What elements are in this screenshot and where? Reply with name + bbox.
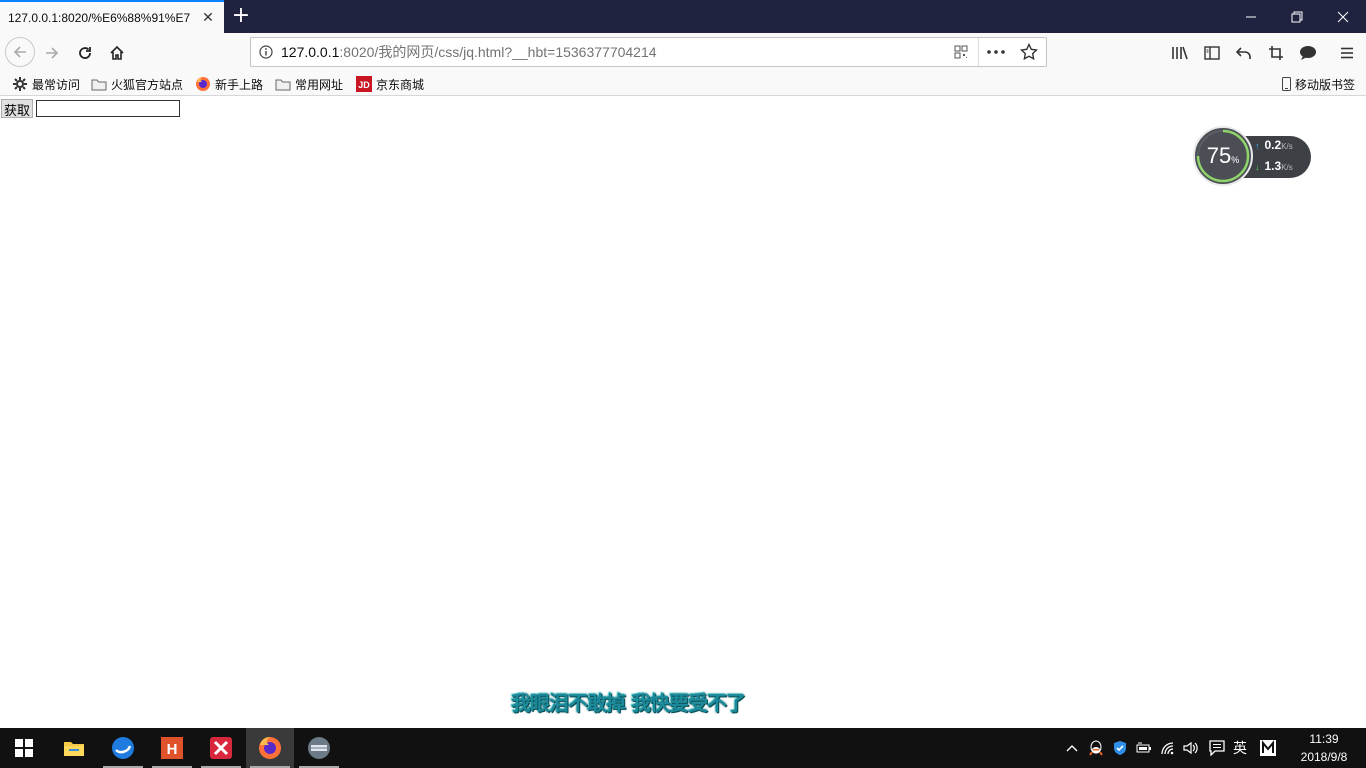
qq-icon[interactable] <box>1086 728 1106 768</box>
bookmark-label: 京东商城 <box>376 77 425 92</box>
wifi-icon[interactable] <box>1158 728 1178 768</box>
desktop-lyric: 我眼泪不敢掉 我快要受不了 <box>511 691 746 715</box>
back-icon[interactable] <box>5 37 35 67</box>
bookmark-label: 新手上路 <box>215 77 264 92</box>
home-icon[interactable] <box>103 39 131 67</box>
sidebar-icon[interactable] <box>1198 39 1226 67</box>
firefox-taskbar-icon[interactable] <box>246 728 294 768</box>
download-speed: ↓ 1.3K/s <box>1255 159 1293 173</box>
minimize-icon[interactable] <box>1228 0 1274 33</box>
upload-value: 0.2 <box>1264 138 1282 152</box>
get-button[interactable]: 获取 <box>1 99 34 119</box>
sogou-browser-icon[interactable] <box>99 728 147 768</box>
chat-icon[interactable] <box>1294 39 1322 67</box>
restore-icon[interactable] <box>1274 0 1320 33</box>
bookmark-common-sites[interactable]: 常用网址 <box>275 74 343 94</box>
svg-text:JD: JD <box>358 80 370 90</box>
network-speed-widget[interactable]: 75% ↑ 0.2K/s ↓ 1.3K/s <box>1193 126 1313 188</box>
qr-code-icon[interactable] <box>944 38 978 66</box>
folder-icon <box>91 76 107 92</box>
windows-start-icon[interactable] <box>0 728 48 768</box>
url-host: 127.0.0.1 <box>281 44 340 60</box>
tab-title: 127.0.0.1:8020/%E6%88%91%E7 <box>8 10 191 25</box>
taskbar-clock[interactable]: 11:39 2018/9/8 <box>1290 730 1358 766</box>
upload-unit: K/s <box>1281 142 1293 151</box>
clock-time: 11:39 <box>1309 732 1339 746</box>
new-tab-icon[interactable]: + <box>228 4 254 30</box>
file-explorer-icon[interactable] <box>50 728 98 768</box>
network-app-icon[interactable] <box>295 728 343 768</box>
download-value: 1.3 <box>1264 159 1282 173</box>
reload-icon[interactable] <box>71 39 99 67</box>
security-shield-icon[interactable] <box>1110 728 1130 768</box>
bookmarks-toolbar: 最常访问 火狐官方站点 新手上路 常用网址 JD 京东商城 移动版书签 <box>0 71 1366 96</box>
percent-value: 75 <box>1206 143 1232 168</box>
jd-icon: JD <box>356 76 372 92</box>
percent-sign: % <box>1231 155 1240 165</box>
bookmark-star-icon[interactable] <box>1012 38 1046 66</box>
screenshot-icon[interactable] <box>1262 39 1290 67</box>
page-content: 获取 75% ↑ 0.2K/s ↓ 1.3K/s 我眼泪不敢掉 我快要受不了 <box>0 97 1366 728</box>
url-bar[interactable]: 127.0.0.1:8020/我的网页/css/jq.html?__hbt=15… <box>250 37 1047 67</box>
upload-arrow-icon: ↑ <box>1255 141 1260 151</box>
site-info-icon[interactable] <box>251 38 281 66</box>
volume-icon[interactable] <box>1180 728 1202 768</box>
page-actions-icon[interactable] <box>978 38 1012 66</box>
tab-strip: 127.0.0.1:8020/%E6%88%91%E7 ✕ + <box>0 0 1366 33</box>
memory-percent: 75% <box>1193 126 1253 186</box>
hbuilder-icon[interactable]: H <box>148 728 196 768</box>
xmind-icon[interactable] <box>197 728 245 768</box>
clock-date: 2018/9/8 <box>1300 750 1348 764</box>
mobile-phone-icon <box>1281 76 1291 92</box>
undo-close-tab-icon[interactable] <box>1230 39 1258 67</box>
text-input[interactable] <box>36 100 180 117</box>
url-path: :8020/我的网页/css/jq.html?__hbt=15363777042… <box>339 44 657 60</box>
firefox-icon <box>195 76 211 92</box>
bookmark-most-visited[interactable]: 最常访问 <box>12 74 80 94</box>
ime-mode-icon[interactable] <box>1256 728 1280 768</box>
menu-icon[interactable] <box>1333 39 1361 67</box>
gear-icon <box>12 76 28 92</box>
svg-text:H: H <box>167 741 178 758</box>
close-tab-icon[interactable]: ✕ <box>200 10 216 26</box>
download-arrow-icon: ↓ <box>1255 162 1260 172</box>
bookmark-getting-started[interactable]: 新手上路 <box>195 74 263 94</box>
ime-indicator[interactable]: 英 <box>1230 728 1250 768</box>
bookmark-jd[interactable]: JD 京东商城 <box>356 74 424 94</box>
url-text: 127.0.0.1:8020/我的网页/css/jq.html?__hbt=15… <box>281 42 657 62</box>
library-icon[interactable] <box>1166 39 1194 67</box>
bookmark-firefox-official[interactable]: 火狐官方站点 <box>91 74 183 94</box>
download-unit: K/s <box>1281 163 1293 172</box>
bookmark-label: 常用网址 <box>295 77 344 92</box>
mobile-bookmarks-label: 移动版书签 <box>1295 77 1356 92</box>
close-window-icon[interactable] <box>1320 0 1366 33</box>
show-hidden-icons-icon[interactable] <box>1064 728 1080 768</box>
navigation-bar: 127.0.0.1:8020/我的网页/css/jq.html?__hbt=15… <box>0 33 1366 71</box>
upload-speed: ↑ 0.2K/s <box>1255 138 1293 152</box>
taskbar: H 英 11:39 2018/9/8 <box>0 728 1366 768</box>
folder-icon <box>275 76 291 92</box>
browser-tab[interactable]: 127.0.0.1:8020/%E6%88%91%E7 ✕ <box>0 0 224 33</box>
forward-icon[interactable] <box>38 39 66 67</box>
bookmark-label: 火狐官方站点 <box>111 77 184 92</box>
action-center-icon[interactable] <box>1206 728 1228 768</box>
mobile-bookmarks[interactable]: 移动版书签 <box>1281 74 1355 94</box>
battery-icon[interactable] <box>1134 728 1154 768</box>
bookmark-label: 最常访问 <box>32 77 81 92</box>
